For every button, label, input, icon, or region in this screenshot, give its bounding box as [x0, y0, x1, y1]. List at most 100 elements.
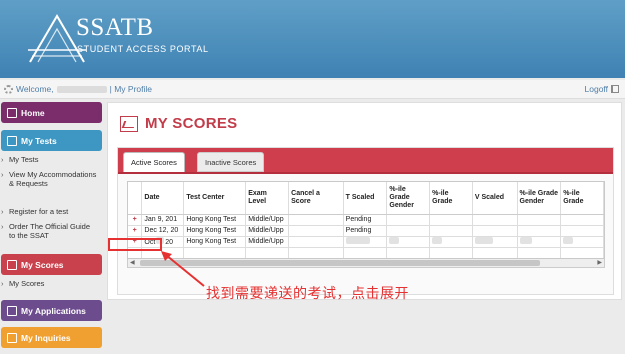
cell-redacted [560, 236, 604, 248]
cell-test-center: Hong Kong Test [183, 214, 247, 226]
scroll-right-icon[interactable]: ▶ [597, 259, 602, 266]
table-row[interactable]: + Jan 9, 201 Hong Kong Test Middle/Upp P… [128, 214, 604, 226]
tab-active-scores[interactable]: Active Scores [123, 152, 185, 172]
welcome-area: Welcome, | My Profile [4, 84, 152, 94]
applications-icon [7, 305, 17, 316]
sidebar: Home My Tests My Tests View My Accommoda… [0, 102, 104, 354]
cell-empty [560, 214, 604, 226]
column-header[interactable]: Exam Level [245, 182, 290, 215]
column-header [128, 182, 143, 215]
cell-cancel[interactable] [288, 225, 344, 237]
sidebar-item-register[interactable]: Register for a test [1, 207, 68, 216]
cell-cancel[interactable] [288, 214, 344, 226]
cell-date: Jan 9, 201 [141, 214, 185, 226]
column-header[interactable]: Test Center [183, 182, 247, 215]
annotation-arrow-icon [161, 251, 205, 287]
cell-empty [560, 225, 604, 237]
cell-empty [517, 225, 562, 237]
cell-redacted [429, 236, 473, 248]
nav-my-scores-label: My Scores [21, 259, 64, 270]
cell-exam-level: Middle/Upp [245, 236, 290, 248]
welcome-bar: Welcome, | My Profile Logoff [0, 80, 625, 99]
cell-redacted [517, 236, 562, 248]
gear-icon[interactable] [4, 84, 13, 94]
cell-redacted [472, 236, 518, 248]
nav-home-label: Home [21, 107, 45, 118]
column-header[interactable]: %-ile Grade Gender [517, 182, 562, 215]
tab-inactive-scores[interactable]: Inactive Scores [197, 152, 265, 172]
cell-empty [472, 225, 518, 237]
column-header[interactable]: T Scaled [343, 182, 388, 215]
column-header[interactable]: %-ile Grade [429, 182, 473, 215]
sidebar-item-label[interactable]: My Scores [6, 279, 44, 288]
cell-empty [560, 247, 604, 258]
home-icon [7, 107, 17, 118]
cell-empty [517, 247, 562, 258]
cell-test-center: Hong Kong Test [183, 225, 247, 237]
sidebar-item-my-tests[interactable]: My Tests [1, 155, 39, 164]
brand-tagline: STUDENT ACCESS PORTAL [77, 44, 209, 54]
cell-t-scaled: Pending [343, 214, 388, 226]
cell-t-scaled [343, 236, 388, 248]
cell-exam-level: Middle/Upp [245, 214, 290, 226]
cell-cancel[interactable] [288, 236, 344, 248]
cell-exam-level: Middle/Upp [245, 225, 290, 237]
cell-empty [472, 214, 518, 226]
cell-empty [386, 247, 431, 258]
column-header[interactable]: V Scaled [472, 182, 518, 215]
redacted [563, 237, 574, 244]
brand-name: SSATB [76, 14, 154, 41]
redacted [432, 237, 443, 244]
page-title-text: MY SCORES [145, 115, 238, 132]
logoff-icon[interactable] [611, 85, 619, 93]
redacted [345, 237, 370, 244]
table-row[interactable]: + Dec 12, 20 Hong Kong Test Middle/Upp P… [128, 225, 604, 237]
cell-empty [245, 247, 290, 258]
sidebar-item-my-scores[interactable]: My Scores [1, 279, 44, 288]
scores-table: Date Test Center Exam Level Cancel a Sco… [128, 182, 604, 258]
tests-icon [7, 135, 17, 146]
nav-my-tests[interactable]: My Tests [1, 130, 102, 151]
scores-icon [7, 259, 17, 270]
cell-redacted [386, 236, 431, 248]
sidebar-item-label[interactable]: View My Accommodations & Requests [6, 170, 98, 188]
user-name-redacted [56, 85, 107, 93]
my-profile-link[interactable]: | My Profile [110, 84, 152, 94]
welcome-text: Welcome, [16, 84, 54, 94]
cell-empty [429, 247, 473, 258]
expand-row-button[interactable]: + [128, 214, 143, 226]
screen: { "header": { "brand": "SSATB", "tagline… [0, 0, 625, 354]
cell-empty [386, 225, 431, 237]
table-row[interactable]: + Oct 20 Hong Kong Test Middle/Upp [128, 236, 604, 248]
nav-home[interactable]: Home [1, 102, 102, 123]
cell-empty [386, 214, 431, 226]
logoff-link[interactable]: Logoff [585, 84, 619, 94]
redacted [389, 237, 400, 244]
column-header[interactable]: Date [141, 182, 185, 215]
cell-empty [429, 225, 473, 237]
column-header[interactable]: %-ile Grade [560, 182, 604, 215]
cell-t-scaled: Pending [343, 225, 388, 237]
sidebar-item-label[interactable]: Register for a test [6, 207, 68, 216]
sidebar-item-label[interactable]: Order The Official Guide to the SSAT [6, 222, 98, 240]
expand-row-button[interactable]: + [128, 225, 143, 237]
scores-table-wrap: Date Test Center Exam Level Cancel a Sco… [127, 181, 605, 259]
annotation-text: 找到需要递送的考试，点击展开 [206, 285, 409, 301]
cell-empty [517, 214, 562, 226]
tab-strip: Active Scores Inactive Scores [118, 148, 613, 174]
column-header[interactable]: Cancel a Score [288, 182, 344, 215]
column-header[interactable]: %-ile Grade Gender [386, 182, 431, 215]
cell-date-year: 20 [165, 239, 174, 246]
cell-empty [429, 214, 473, 226]
sidebar-item-label[interactable]: My Tests [6, 155, 38, 164]
scroll-left-icon[interactable]: ◀ [130, 259, 135, 266]
nav-my-applications[interactable]: My Applications [1, 300, 102, 321]
sidebar-item-accommodations[interactable]: View My Accommodations & Requests [1, 170, 98, 188]
logoff-label[interactable]: Logoff [585, 84, 608, 94]
sidebar-item-order-guide[interactable]: Order The Official Guide to the SSAT [1, 222, 98, 240]
portal-header: SSATB STUDENT ACCESS PORTAL [0, 0, 625, 78]
nav-my-scores[interactable]: My Scores [1, 254, 102, 275]
nav-my-inquiries[interactable]: My Inquiries [1, 327, 102, 348]
nav-my-applications-label: My Applications [21, 305, 86, 316]
highlight-box [108, 238, 162, 251]
